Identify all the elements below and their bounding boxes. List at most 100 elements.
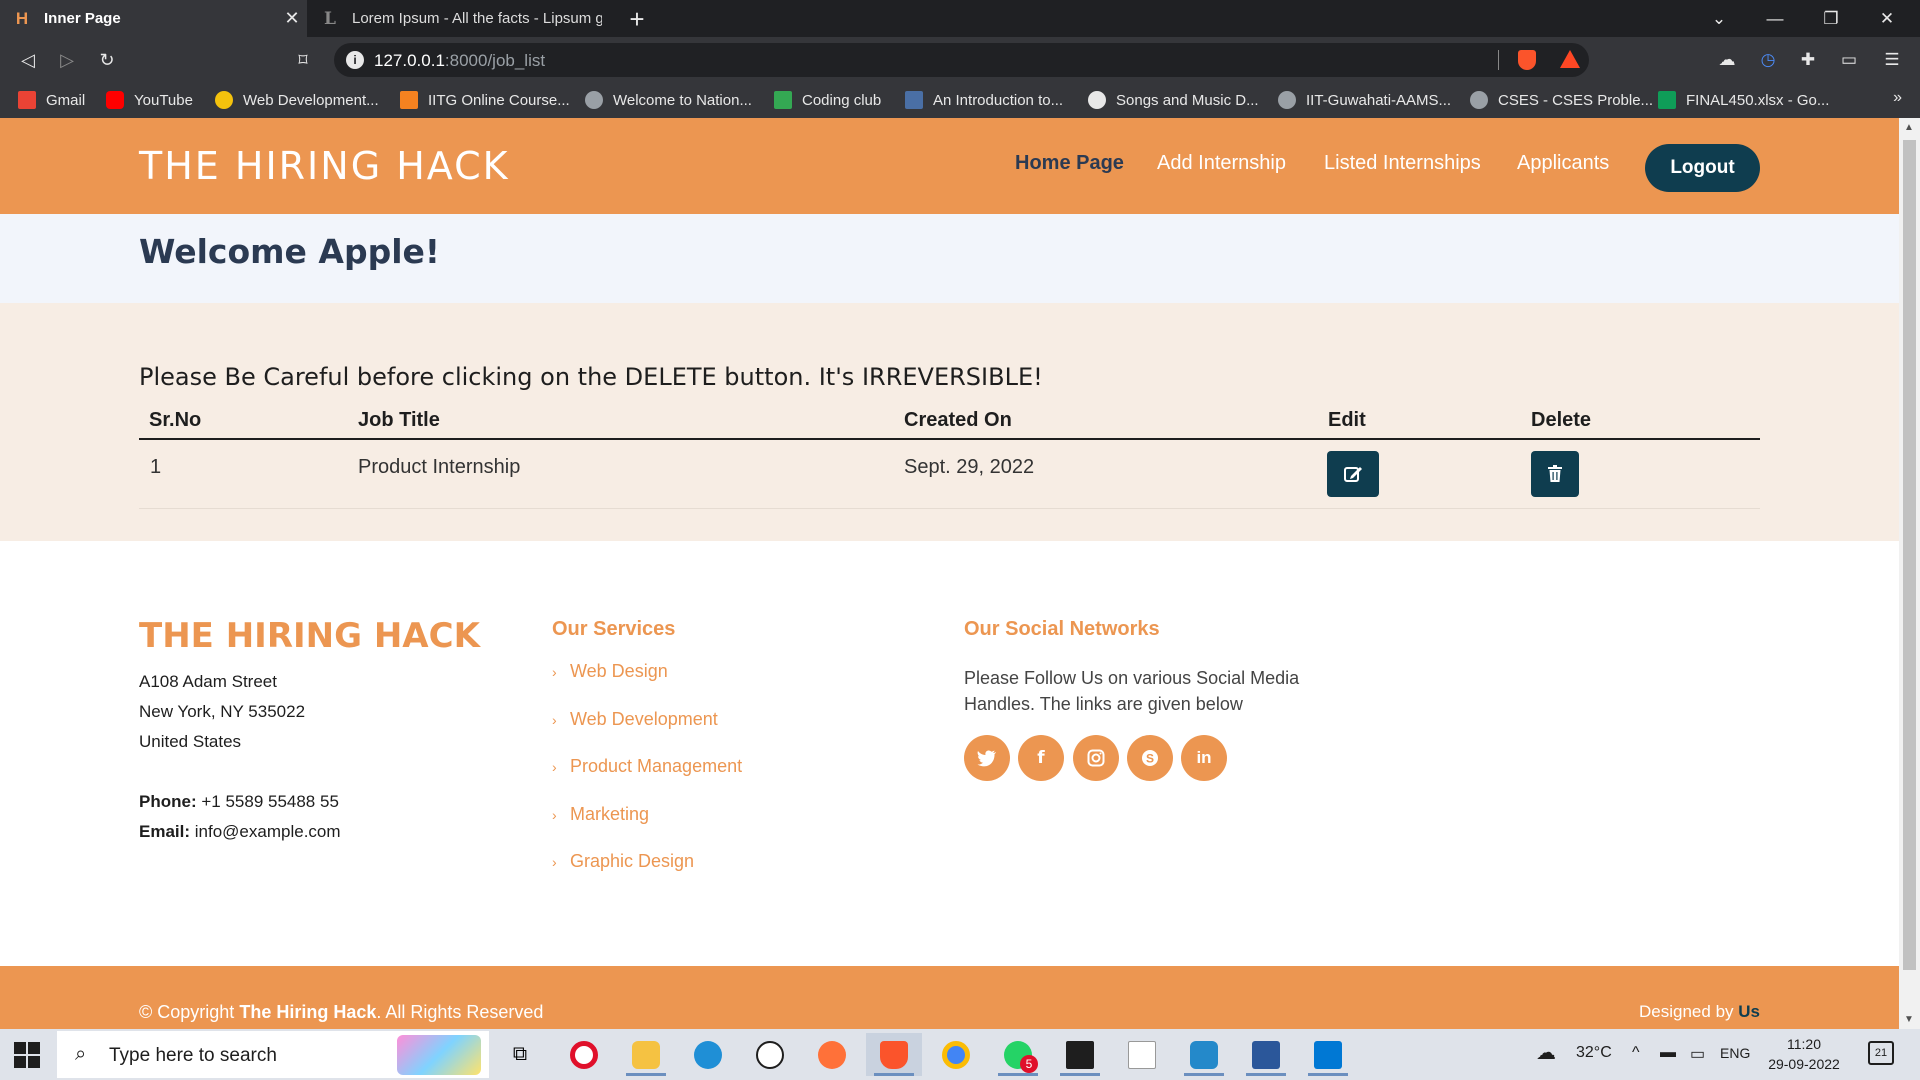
close-tab-icon[interactable]: ✕	[277, 8, 307, 29]
scrollbar-thumb[interactable]	[1903, 140, 1916, 970]
notification-center-icon[interactable]: 21	[1868, 1041, 1894, 1065]
weather-icon[interactable]: ☁	[1536, 1040, 1556, 1065]
social-text-line-2: Handles. The links are given below	[964, 694, 1243, 714]
service-link-marketing[interactable]: › Marketing	[552, 804, 649, 825]
facebook-icon[interactable]: f	[1018, 735, 1064, 781]
tab-lorem-ipsum[interactable]: L Lorem Ipsum - All the facts - Lipsum g	[308, 0, 602, 37]
file-explorer-icon[interactable]	[618, 1033, 674, 1076]
nav-listed-internships[interactable]: Listed Internships	[1324, 152, 1481, 175]
nav-home-page[interactable]: Home Page	[1015, 152, 1124, 175]
bookmark-iitg-aams[interactable]: IIT-Guwahati-AAMS...	[1278, 89, 1451, 111]
brave-shields-icon[interactable]	[1518, 50, 1536, 70]
service-link-web-design[interactable]: › Web Design	[552, 661, 668, 682]
nav-applicants[interactable]: Applicants	[1517, 152, 1609, 175]
restore-button[interactable]: ❐	[1803, 0, 1859, 37]
whatsapp-icon[interactable]: 5	[990, 1033, 1046, 1076]
footer-brand: THE HIRING HACK	[139, 616, 480, 656]
wallet-icon[interactable]: ▭	[1838, 49, 1860, 71]
scroll-down-arrow-icon[interactable]: ▼	[1904, 1014, 1914, 1025]
new-tab-button[interactable]: +	[620, 2, 654, 36]
bookmark-final450[interactable]: FINAL450.xlsx - Go...	[1658, 89, 1829, 111]
battery-icon[interactable]: ▬	[1660, 1044, 1676, 1062]
bookmark-icon[interactable]: ⌑	[288, 45, 318, 75]
temperature-text[interactable]: 32°C	[1576, 1044, 1612, 1062]
bookmark-cses[interactable]: CSES - CSES Proble...	[1470, 89, 1653, 111]
system-clock[interactable]: 11:20 29-09-2022	[1764, 1034, 1844, 1074]
notepad-icon[interactable]	[1114, 1033, 1170, 1076]
globe-icon	[585, 91, 603, 109]
opera-icon[interactable]	[556, 1033, 612, 1076]
photos-icon[interactable]	[1300, 1033, 1356, 1076]
youtube-icon	[106, 91, 124, 109]
clock-date: 29-09-2022	[1768, 1056, 1840, 1072]
bookmark-coding-club[interactable]: Coding club	[774, 89, 881, 111]
site-logo[interactable]: THE HIRING HACK	[139, 144, 510, 188]
brave-taskbar-icon[interactable]	[866, 1033, 922, 1076]
bookmark-web-development[interactable]: Web Development...	[215, 89, 379, 111]
social-text-line-1: Please Follow Us on various Social Media	[964, 668, 1300, 688]
chrome-icon[interactable]	[928, 1033, 984, 1076]
bookmark-songs-music[interactable]: Songs and Music D...	[1088, 89, 1259, 111]
skype-icon[interactable]: S	[1127, 735, 1173, 781]
nav-add-internship[interactable]: Add Internship	[1157, 152, 1286, 175]
copyright-bar: © Copyright The Hiring Hack. All Rights …	[0, 966, 1899, 1029]
vscode-icon[interactable]	[1176, 1033, 1232, 1076]
site-info-icon[interactable]: i	[346, 51, 364, 69]
address-line-1: A108 Adam Street	[139, 672, 277, 691]
taskbar-search[interactable]: ⌕ Type here to search	[57, 1031, 489, 1078]
page-scrollbar[interactable]: ▲ ▼	[1899, 118, 1920, 1029]
windows-start-icon[interactable]	[14, 1042, 40, 1068]
address-bar[interactable]: i 127.0.0.1:8000/job_list	[334, 43, 1589, 77]
dell-icon[interactable]	[742, 1033, 798, 1076]
edit-icon	[1344, 467, 1362, 482]
bookmark-introduction[interactable]: An Introduction to...	[905, 89, 1063, 111]
bookmark-youtube[interactable]: YouTube	[106, 89, 193, 111]
service-link-graphic-design[interactable]: › Graphic Design	[552, 851, 694, 872]
sds-icon	[905, 91, 923, 109]
minimize-button[interactable]: —	[1747, 0, 1803, 37]
close-window-button[interactable]: ✕	[1859, 0, 1915, 37]
edge-icon[interactable]	[680, 1033, 736, 1076]
terminal-icon[interactable]	[1052, 1033, 1108, 1076]
tab-search-chevron-icon[interactable]: ⌄	[1691, 0, 1747, 37]
linkedin-icon[interactable]: in	[1181, 735, 1227, 781]
tab-inner-page[interactable]: H Inner Page ✕	[0, 0, 307, 37]
designed-by-link[interactable]: Us	[1738, 1002, 1760, 1021]
reload-button[interactable]: ↻	[92, 45, 122, 75]
whatsapp-badge: 5	[1020, 1055, 1038, 1073]
browser-menu-icon[interactable]: ☰	[1881, 49, 1903, 71]
instagram-icon[interactable]	[1073, 735, 1119, 781]
edit-button[interactable]	[1327, 451, 1379, 497]
chevron-right-icon: ›	[552, 854, 557, 870]
network-icon[interactable]: ▭	[1690, 1044, 1705, 1064]
welcome-section: Welcome Apple!	[0, 214, 1899, 303]
brave-rewards-icon[interactable]	[1560, 50, 1580, 68]
service-link-web-development[interactable]: › Web Development	[552, 709, 718, 730]
bookmark-iitg-online[interactable]: IITG Online Course...	[400, 89, 570, 111]
delete-warning-text: Please Be Careful before clicking on the…	[139, 363, 1043, 391]
bookmark-gmail[interactable]: Gmail	[18, 89, 85, 111]
scroll-up-arrow-icon[interactable]: ▲	[1904, 122, 1914, 133]
firefox-icon[interactable]	[804, 1033, 860, 1076]
footer: THE HIRING HACK A108 Adam Street New Yor…	[0, 541, 1899, 966]
extension-clock-icon[interactable]: ◷	[1757, 49, 1779, 71]
service-link-product-management[interactable]: › Product Management	[552, 756, 742, 777]
web-dev-icon	[215, 91, 233, 109]
extension-cloud-icon[interactable]: ☁	[1716, 49, 1738, 71]
logout-button[interactable]: Logout	[1645, 144, 1760, 192]
col-header-edit: Edit	[1328, 409, 1366, 431]
word-icon[interactable]	[1238, 1033, 1294, 1076]
bookmark-welcome-nation[interactable]: Welcome to Nation...	[585, 89, 752, 111]
table-header-divider	[139, 438, 1760, 440]
taskbar-search-placeholder: Type here to search	[109, 1045, 277, 1066]
extensions-puzzle-icon[interactable]: ✚	[1797, 49, 1819, 71]
forward-button[interactable]: ▷	[52, 45, 82, 75]
delete-button[interactable]	[1531, 451, 1579, 497]
tray-chevron-up-icon[interactable]: ^	[1632, 1044, 1640, 1062]
twitter-icon[interactable]	[964, 735, 1010, 781]
language-indicator[interactable]: ENG	[1720, 1045, 1750, 1061]
back-button[interactable]: ◁	[13, 45, 43, 75]
task-view-icon[interactable]: ⧉	[492, 1033, 548, 1076]
more-bookmarks-icon[interactable]: »	[1893, 89, 1902, 107]
omnibox-divider	[1498, 50, 1499, 70]
